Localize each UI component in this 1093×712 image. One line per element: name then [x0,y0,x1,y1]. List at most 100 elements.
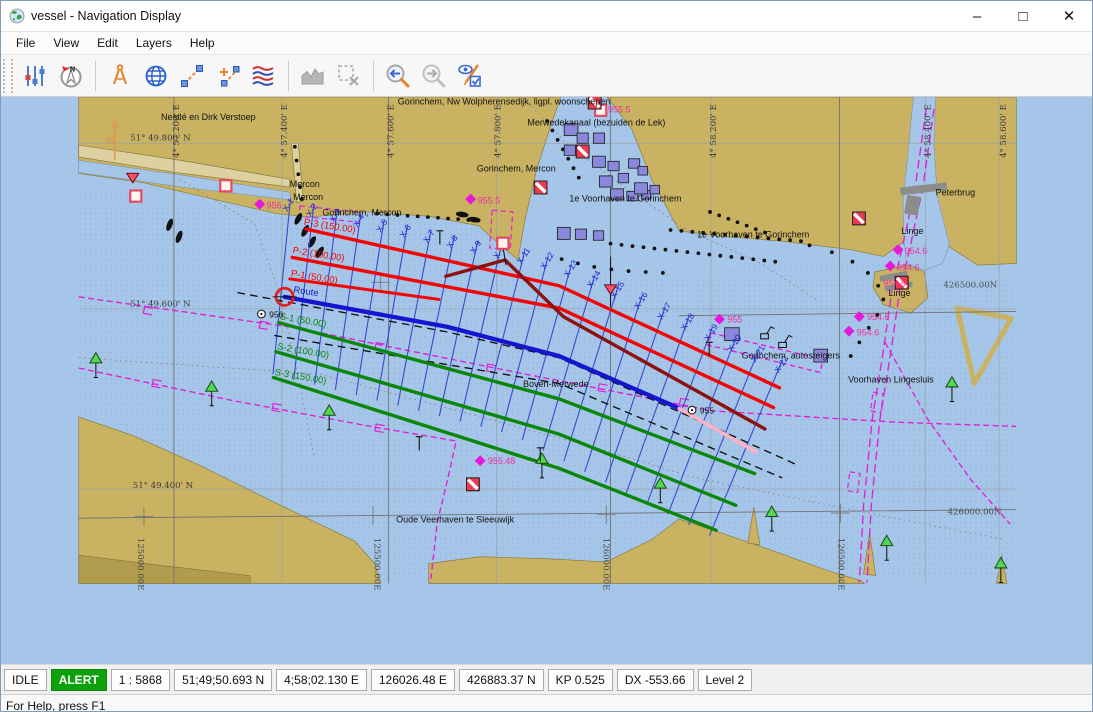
measure-line-icon [179,63,205,89]
maximize-button[interactable]: □ [1000,1,1046,31]
pile-dot [745,224,749,228]
longitude-label: 4° 58.600' E [999,104,1009,158]
north-compass-button[interactable]: N [54,59,88,93]
application-window: vessel - Navigation Display –□✕ FileView… [0,0,1093,712]
pile-dot [686,250,690,254]
display-settings-button[interactable] [18,59,52,93]
deselect-button[interactable] [332,59,366,93]
add-line-button[interactable] [211,59,245,93]
pile-dot [296,172,300,176]
display-settings-icon [22,63,48,89]
status-cell-alert: ALERT [51,669,107,691]
status-cell-7: KP 0.525 [548,669,613,691]
kp-label: 956 [269,309,284,319]
pile-dot [696,251,700,255]
place-label: Linge [901,226,923,236]
menu-item-edit[interactable]: Edit [88,33,127,53]
building [638,166,647,175]
pile-dot [446,217,450,221]
menu-item-layers[interactable]: Layers [127,33,181,53]
building [618,173,628,182]
pile-dot [631,244,635,248]
help-text: For Help, press F1 [6,699,105,712]
northing-label: 426000.00N [948,508,1002,518]
km-diamond-label: 954.6 [867,312,890,322]
pile-dot [661,271,665,275]
status-cell-6: 426883.37 N [459,669,544,691]
latitude-label: 51° 49.600' N [130,299,191,309]
km-diamond-label: 956 [267,201,282,211]
dividers-button[interactable] [103,59,137,93]
survey-visibility-button[interactable] [453,59,487,93]
longitude-label: 4° 57.800' E [494,104,504,158]
km-diamond-label: 955 [727,315,742,325]
status-bar: IDLEALERT1 : 586851;49;50.693 N4;58;02.1… [1,664,1092,694]
km-diamond-label: 955.48 [488,456,516,466]
longitude-label: 4° 58.400' E [924,104,934,158]
pile-dot [406,214,410,218]
easting-label: 125000.00E [135,538,145,591]
window-title: vessel - Navigation Display [31,9,181,23]
pile-dot [664,248,668,252]
pile-dot [876,284,880,288]
pile-dot [572,166,576,170]
kp-label: 955 [700,406,715,416]
pile-dot [707,253,711,257]
building [564,145,575,155]
globe-logo-icon [9,8,25,24]
place-label: Gorinchem, Mercon [477,164,556,174]
pile-dot [740,256,744,260]
contours-button[interactable] [247,59,281,93]
place-label: Mercon [290,179,320,189]
zoom-next-button[interactable] [417,59,451,93]
place-label: Mercon [293,192,323,202]
toolbar-separator [288,61,289,91]
pile-dot [592,265,596,269]
pile-dot [849,354,853,358]
pile-dot [773,260,777,264]
pile-dot [736,220,740,224]
status-cell-5: 126026.48 E [371,669,455,691]
beacon-square [497,238,508,249]
building [593,156,606,167]
kp-mark-dot [691,409,693,411]
status-cell-8: DX -553.66 [617,669,694,691]
place-label: Boven-Merwede [523,379,589,389]
title-bar: vessel - Navigation Display –□✕ [1,1,1092,32]
place-label: Gorinchem, Mercon [322,207,401,217]
longitude-label: 4° 57.200' E [172,104,182,158]
easting-label: 126500.00E [836,538,846,591]
toolbar-separator [95,61,96,91]
dividers-icon [107,63,133,89]
status-cell-3: 51;49;50.693 N [174,669,272,691]
pile-dot [644,270,648,274]
menu-item-help[interactable]: Help [181,33,224,53]
globe-button[interactable] [139,59,173,93]
building [557,227,570,239]
survey-visibility-icon [457,63,483,89]
chart-canvas[interactable]: X-1X-2X-3X-4X-5X-6X-7X-8X-9X-10X-11X-12X… [1,97,1093,664]
pile-dot [830,250,834,254]
zoom-previous-button[interactable] [381,59,415,93]
pile-dot [556,138,560,142]
km-diamond-label: 955.5 [478,195,501,205]
place-label: 1e Voorhaven te Gorinchem [569,194,681,204]
building [635,183,648,194]
pile-dot [808,244,812,248]
pile-dot [293,145,297,149]
profile-chart-button[interactable] [296,59,330,93]
minimize-button[interactable]: – [954,1,1000,31]
longitude-label: 4° 57.600' E [387,104,397,158]
toolbar: N [1,55,1092,97]
pile-dot [851,260,855,264]
menu-item-view[interactable]: View [44,33,88,53]
menu-item-file[interactable]: File [7,33,44,53]
toolbar-grip[interactable] [3,59,13,93]
measure-line-button[interactable] [175,59,209,93]
pile-dot [726,217,730,221]
zoom-previous-icon [385,63,411,89]
close-button[interactable]: ✕ [1046,1,1092,31]
zoom-next-icon [421,63,447,89]
north-arrow-label: N [107,135,114,146]
north-compass-icon: N [58,63,84,89]
